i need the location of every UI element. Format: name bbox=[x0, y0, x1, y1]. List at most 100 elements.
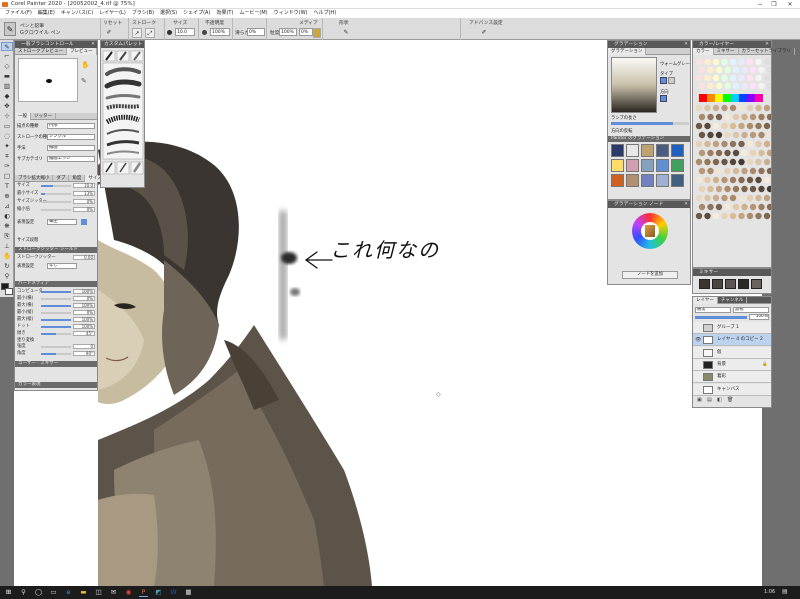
divine-icon[interactable]: ⊕ bbox=[1, 192, 13, 201]
color-set-swatch[interactable] bbox=[755, 122, 762, 130]
hard-media-value[interactable]: 0% bbox=[73, 310, 95, 315]
color-set-swatch[interactable] bbox=[763, 104, 771, 112]
color-set-swatch[interactable] bbox=[724, 82, 731, 90]
color-set-swatch[interactable] bbox=[741, 131, 748, 139]
word-icon[interactable]: W bbox=[169, 588, 178, 597]
spectrum-swatch[interactable] bbox=[707, 94, 715, 102]
color-set-swatch[interactable] bbox=[724, 113, 731, 121]
brush-dab-grid[interactable] bbox=[101, 48, 146, 188]
color-set-swatch[interactable] bbox=[704, 140, 711, 148]
layer-row[interactable]: グループ 1 bbox=[693, 322, 771, 334]
color-set-swatch[interactable] bbox=[704, 74, 711, 82]
color-set-swatch[interactable] bbox=[721, 158, 728, 166]
magic-wand-icon[interactable]: ✦ bbox=[1, 142, 13, 151]
color-set-swatch[interactable] bbox=[695, 176, 703, 184]
lasso-icon[interactable]: ◌ bbox=[1, 132, 13, 141]
windows-icon[interactable]: ⊞ bbox=[4, 588, 13, 597]
color-set-swatch[interactable] bbox=[707, 203, 714, 211]
color-set-swatch[interactable] bbox=[724, 149, 731, 157]
color-set-swatch[interactable] bbox=[721, 74, 728, 82]
color-set-swatch[interactable] bbox=[766, 113, 771, 121]
hard-media-value[interactable]: 100% bbox=[73, 317, 95, 322]
gradient-swatch[interactable] bbox=[611, 174, 624, 187]
size-slider[interactable] bbox=[41, 209, 71, 211]
color-set-swatch[interactable] bbox=[738, 194, 745, 202]
notification-icon[interactable]: ▤ bbox=[782, 588, 791, 597]
expression-dropdown[interactable]: 筆圧 bbox=[47, 219, 77, 225]
color-set-swatch[interactable] bbox=[698, 131, 706, 139]
color-set-swatch[interactable] bbox=[763, 212, 771, 220]
gradient-swatch[interactable] bbox=[656, 159, 669, 172]
size-slider[interactable] bbox=[41, 193, 71, 195]
brush-preview-icon[interactable]: ✎ bbox=[81, 77, 87, 85]
close-button[interactable]: ✕ bbox=[784, 0, 796, 9]
transform-icon[interactable]: ⊹ bbox=[1, 112, 13, 121]
menu-item-5[interactable]: 選択(S) bbox=[157, 9, 180, 18]
color-set-swatch[interactable] bbox=[758, 167, 765, 175]
color-set-swatch[interactable] bbox=[746, 212, 754, 220]
gradient-swatch[interactable] bbox=[626, 174, 639, 187]
color-set-swatch[interactable] bbox=[704, 122, 711, 130]
color-set-swatch[interactable] bbox=[715, 167, 723, 175]
spectrum-swatch[interactable] bbox=[731, 94, 739, 102]
color-set-swatch[interactable] bbox=[721, 140, 728, 148]
gradient-swatch[interactable] bbox=[641, 159, 654, 172]
layer-tab-1[interactable]: チャンネル bbox=[718, 297, 748, 304]
color-set-swatch[interactable] bbox=[712, 212, 720, 220]
freehand-stroke-icon[interactable]: ↗ bbox=[132, 28, 142, 38]
color-set-swatch[interactable] bbox=[741, 149, 748, 157]
advanced-settings-icon[interactable]: ✐ bbox=[479, 28, 489, 38]
opacity-field[interactable]: 100% bbox=[210, 28, 230, 36]
color-set-swatch[interactable] bbox=[758, 203, 765, 211]
color-set-swatch[interactable] bbox=[755, 194, 762, 202]
color-set-swatch[interactable] bbox=[738, 74, 745, 82]
color-set-swatch[interactable] bbox=[755, 140, 762, 148]
hard-media-value[interactable]: 100% bbox=[73, 324, 95, 329]
size-value[interactable]: 0% bbox=[73, 199, 95, 204]
color-set-swatch[interactable] bbox=[721, 212, 728, 220]
color-set-swatch[interactable] bbox=[738, 104, 745, 112]
spectrum-swatch[interactable] bbox=[755, 94, 763, 102]
layer-group-icon[interactable]: ▤ bbox=[707, 397, 717, 403]
color-set-swatch[interactable] bbox=[707, 82, 714, 90]
text-icon[interactable]: T bbox=[1, 182, 13, 191]
color-set-swatch[interactable] bbox=[712, 58, 720, 66]
color-set-swatch[interactable] bbox=[712, 122, 720, 130]
color-set-swatch[interactable] bbox=[732, 185, 740, 193]
dip-slider[interactable] bbox=[41, 346, 71, 348]
magnifier-icon[interactable]: ⚲ bbox=[1, 272, 13, 281]
color-set-library[interactable] bbox=[693, 56, 771, 266]
color-set-swatch[interactable] bbox=[707, 167, 714, 175]
color-set-swatch[interactable] bbox=[766, 66, 771, 74]
layer-tab-0[interactable]: レイヤー bbox=[693, 297, 718, 304]
color-tab-1[interactable]: ミキサー bbox=[714, 48, 739, 55]
color-set-swatch[interactable] bbox=[758, 66, 765, 74]
hard-media-slider[interactable] bbox=[41, 305, 71, 307]
spectrum-swatch[interactable] bbox=[723, 94, 731, 102]
color-set-swatch[interactable] bbox=[715, 185, 723, 193]
color-set-swatch[interactable] bbox=[695, 158, 703, 166]
dip-value[interactable]: 90° bbox=[73, 351, 95, 356]
color-set-swatch[interactable] bbox=[749, 66, 757, 74]
size-slider[interactable] bbox=[41, 201, 71, 203]
gradient-swatch[interactable] bbox=[626, 159, 639, 172]
gradient-swatch[interactable] bbox=[671, 144, 684, 157]
color-wheel[interactable] bbox=[632, 213, 668, 249]
color-set-swatch[interactable] bbox=[755, 158, 762, 166]
hard-media-value[interactable]: 100% bbox=[73, 289, 95, 294]
color-set-swatch[interactable] bbox=[746, 104, 754, 112]
visibility-eye-icon[interactable]: 👁 bbox=[695, 334, 701, 346]
blend-icon[interactable]: ◆ bbox=[1, 92, 13, 101]
rotate-icon[interactable]: ↻ bbox=[1, 262, 13, 271]
color-set-swatch[interactable] bbox=[729, 122, 737, 130]
color-set-swatch[interactable] bbox=[698, 82, 706, 90]
color-set-swatch[interactable] bbox=[712, 176, 720, 184]
color-set-swatch[interactable] bbox=[698, 66, 706, 74]
menu-item-6[interactable]: シェイプ(A) bbox=[180, 9, 213, 18]
mixer-swatch[interactable] bbox=[725, 279, 736, 289]
color-set-swatch[interactable] bbox=[698, 149, 706, 157]
layer-row[interactable]: 背景 🔒 bbox=[693, 358, 771, 371]
color-set-swatch[interactable] bbox=[738, 122, 745, 130]
color-set-swatch[interactable] bbox=[704, 158, 711, 166]
color-set-swatch[interactable] bbox=[763, 140, 771, 148]
